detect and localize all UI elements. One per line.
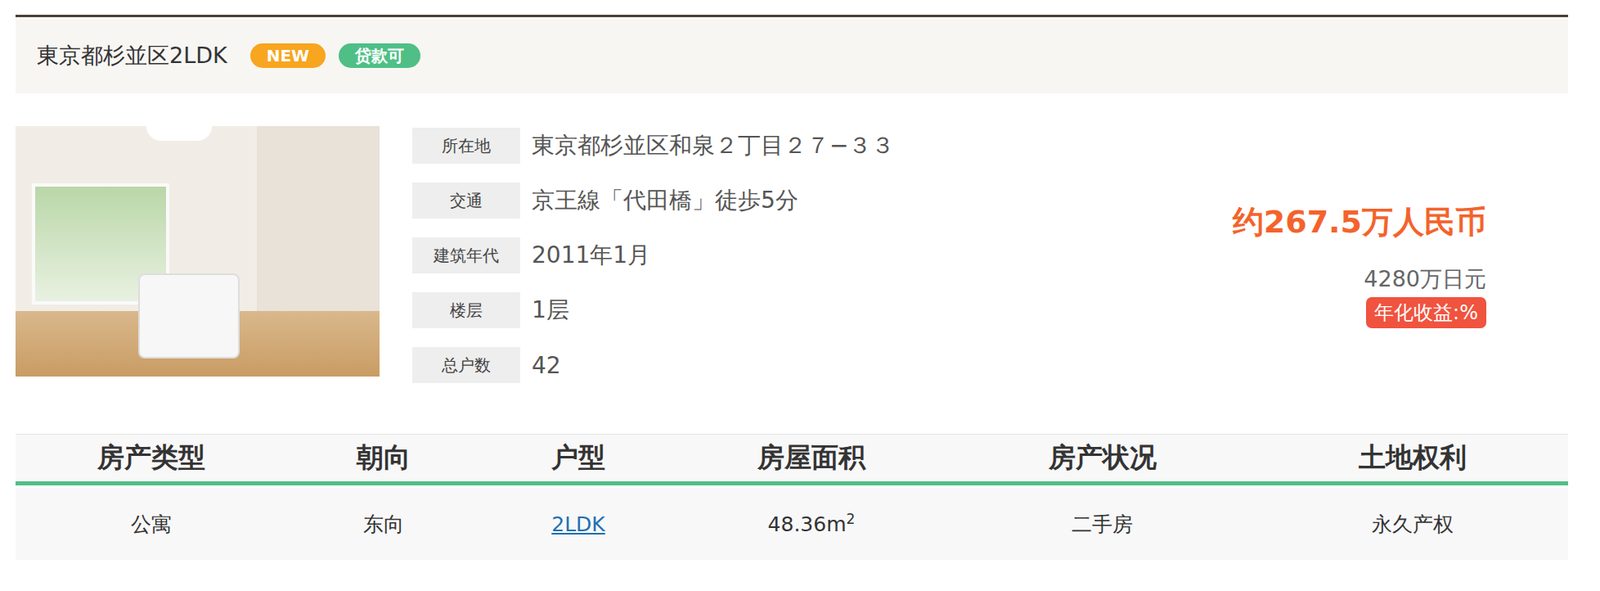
detail-label: 所在地 [412,127,521,164]
badge: 贷款可 [338,43,421,68]
cell-text: 永久产权 [1371,510,1454,538]
column-header: 土地权利 [1257,434,1569,481]
table-cell: 2LDK [480,487,676,560]
yield-badge: 年化收益:% [1366,296,1487,329]
detail-value: 東京都杉並区和泉２丁目２７−３３ [531,130,895,162]
detail-value: 1层 [531,294,570,326]
cell-text: 公寓 [130,510,172,538]
listing-body: 所在地東京都杉並区和泉２丁目２７−３３ 交通京王線「代田橋」徒歩5分建筑年代 201… [15,125,1569,383]
listing-card: 東京都杉並区2LDK NEW 贷款可所在地東京都杉並区和泉２丁目２７−３３ 交通京王線… [15,0,1569,560]
table-header: 房产类型朝向户型房屋面积房产状况土地权利 [15,433,1569,486]
property-table: 房产类型朝向户型房屋面积房产状况土地权利公寓 东向 2LDK 48.36m2 二手房 永久… [15,433,1569,560]
cell-text: 东向 [363,510,405,538]
detail-row: 所在地東京都杉並区和泉２丁目２７−３３ [412,127,895,164]
price-block: 约267.5万人民币 4280万日元年化收益:% [1232,125,1487,383]
price-jpy: 4280万日元 [1363,264,1487,294]
detail-label: 总户数 [412,346,521,383]
listing-header: 東京都杉並区2LDK NEW 贷款可 [15,14,1569,94]
detail-label: 楼层 [412,292,521,329]
table-cell: 二手房 [947,487,1258,560]
table-cell: 东向 [286,487,481,560]
column-header: 房产状况 [947,434,1258,481]
property-photo[interactable] [15,125,380,377]
detail-label: 建筑年代 [412,237,521,274]
listing-title[interactable]: 東京都杉並区2LDK [36,40,228,71]
layout-link[interactable]: 2LDK [551,512,605,536]
column-header: 房屋面积 [675,434,948,481]
badge: NEW [250,43,326,68]
table-cell: 永久产权 [1257,487,1569,560]
detail-value: 京王線「代田橋」徒歩5分 [531,184,799,216]
table-cell: 公寓 [15,487,287,560]
detail-row: 建筑年代 2011年1月 [412,237,895,274]
detail-label: 交通 [412,182,521,219]
detail-value: 42 [531,351,562,379]
table-cell: 48.36m2 [675,487,948,560]
column-header: 户型 [480,434,676,481]
column-header: 房产类型 [15,434,287,481]
price-cny: 约267.5万人民币 [1232,201,1487,243]
area-value: 48.36m2 [768,512,856,536]
detail-row: 总户数 42 [412,346,895,383]
detail-row: 楼层 1层 [412,292,895,329]
table-row: 公寓 东向 2LDK 48.36m2 二手房 永久产权 [15,487,1569,560]
details-list: 所在地東京都杉並区和泉２丁目２７−３３ 交通京王線「代田橋」徒歩5分建筑年代 201… [412,125,895,383]
detail-value: 2011年1月 [531,239,651,271]
detail-row: 交通京王線「代田橋」徒歩5分 [412,182,895,219]
cell-text: 二手房 [1071,510,1133,538]
column-header: 朝向 [286,434,481,481]
